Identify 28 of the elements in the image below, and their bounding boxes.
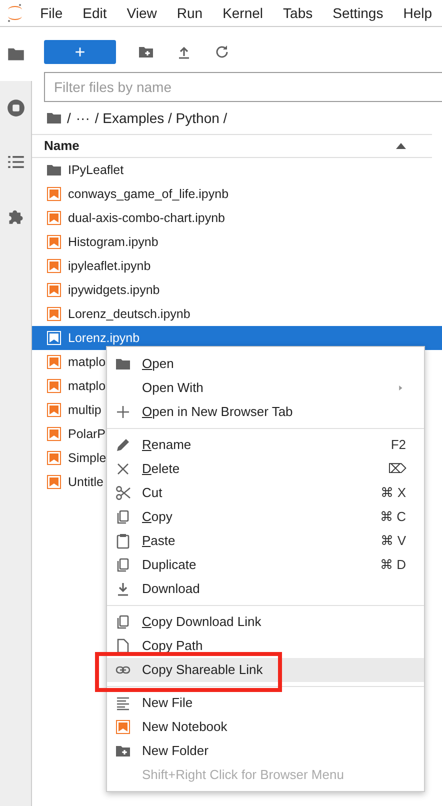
mnemonic-underline: O: [142, 356, 152, 372]
file-name: conways_game_of_life.ipynb: [68, 186, 229, 203]
shortcut-text: F2: [390, 436, 406, 454]
mnemonic-underline: O: [142, 404, 152, 420]
file-name: Lorenz_deutsch.ipynb: [68, 306, 190, 323]
file-name: ipyleaflet.ipynb: [68, 258, 151, 275]
shortcut-text: ⌦: [388, 460, 406, 478]
file-name: multip: [68, 402, 102, 419]
mnemonic-underline: P: [142, 533, 151, 548]
mnemonic-underline: C: [142, 509, 152, 524]
menu-hint: Shift+Right Click for Browser Menu: [141, 766, 345, 784]
file-name: Untitle: [68, 474, 104, 491]
file-name: ipywidgets.ipynb: [68, 282, 160, 299]
shortcut-text: ⌘ D: [380, 556, 406, 574]
file-name: IPyLeaflet: [68, 162, 124, 179]
file-name: matplo: [68, 354, 106, 371]
shortcut-text: ⌘ V: [380, 532, 406, 550]
mnemonic-underline: R: [142, 437, 152, 452]
file-name: dual-axis-combo-chart.ipynb: [68, 210, 226, 227]
mnemonic-underline: C: [142, 614, 152, 630]
file-name: matplo: [68, 378, 106, 395]
file-name: Simple: [68, 450, 106, 467]
shortcut-text: ⌘ C: [380, 508, 406, 526]
shortcut-text: ⌘ X: [380, 484, 406, 502]
file-name: PolarP: [68, 426, 106, 443]
mnemonic-underline: D: [142, 461, 152, 476]
file-name: Histogram.ipynb: [68, 234, 158, 251]
file-name: Lorenz.ipynb: [68, 330, 140, 347]
